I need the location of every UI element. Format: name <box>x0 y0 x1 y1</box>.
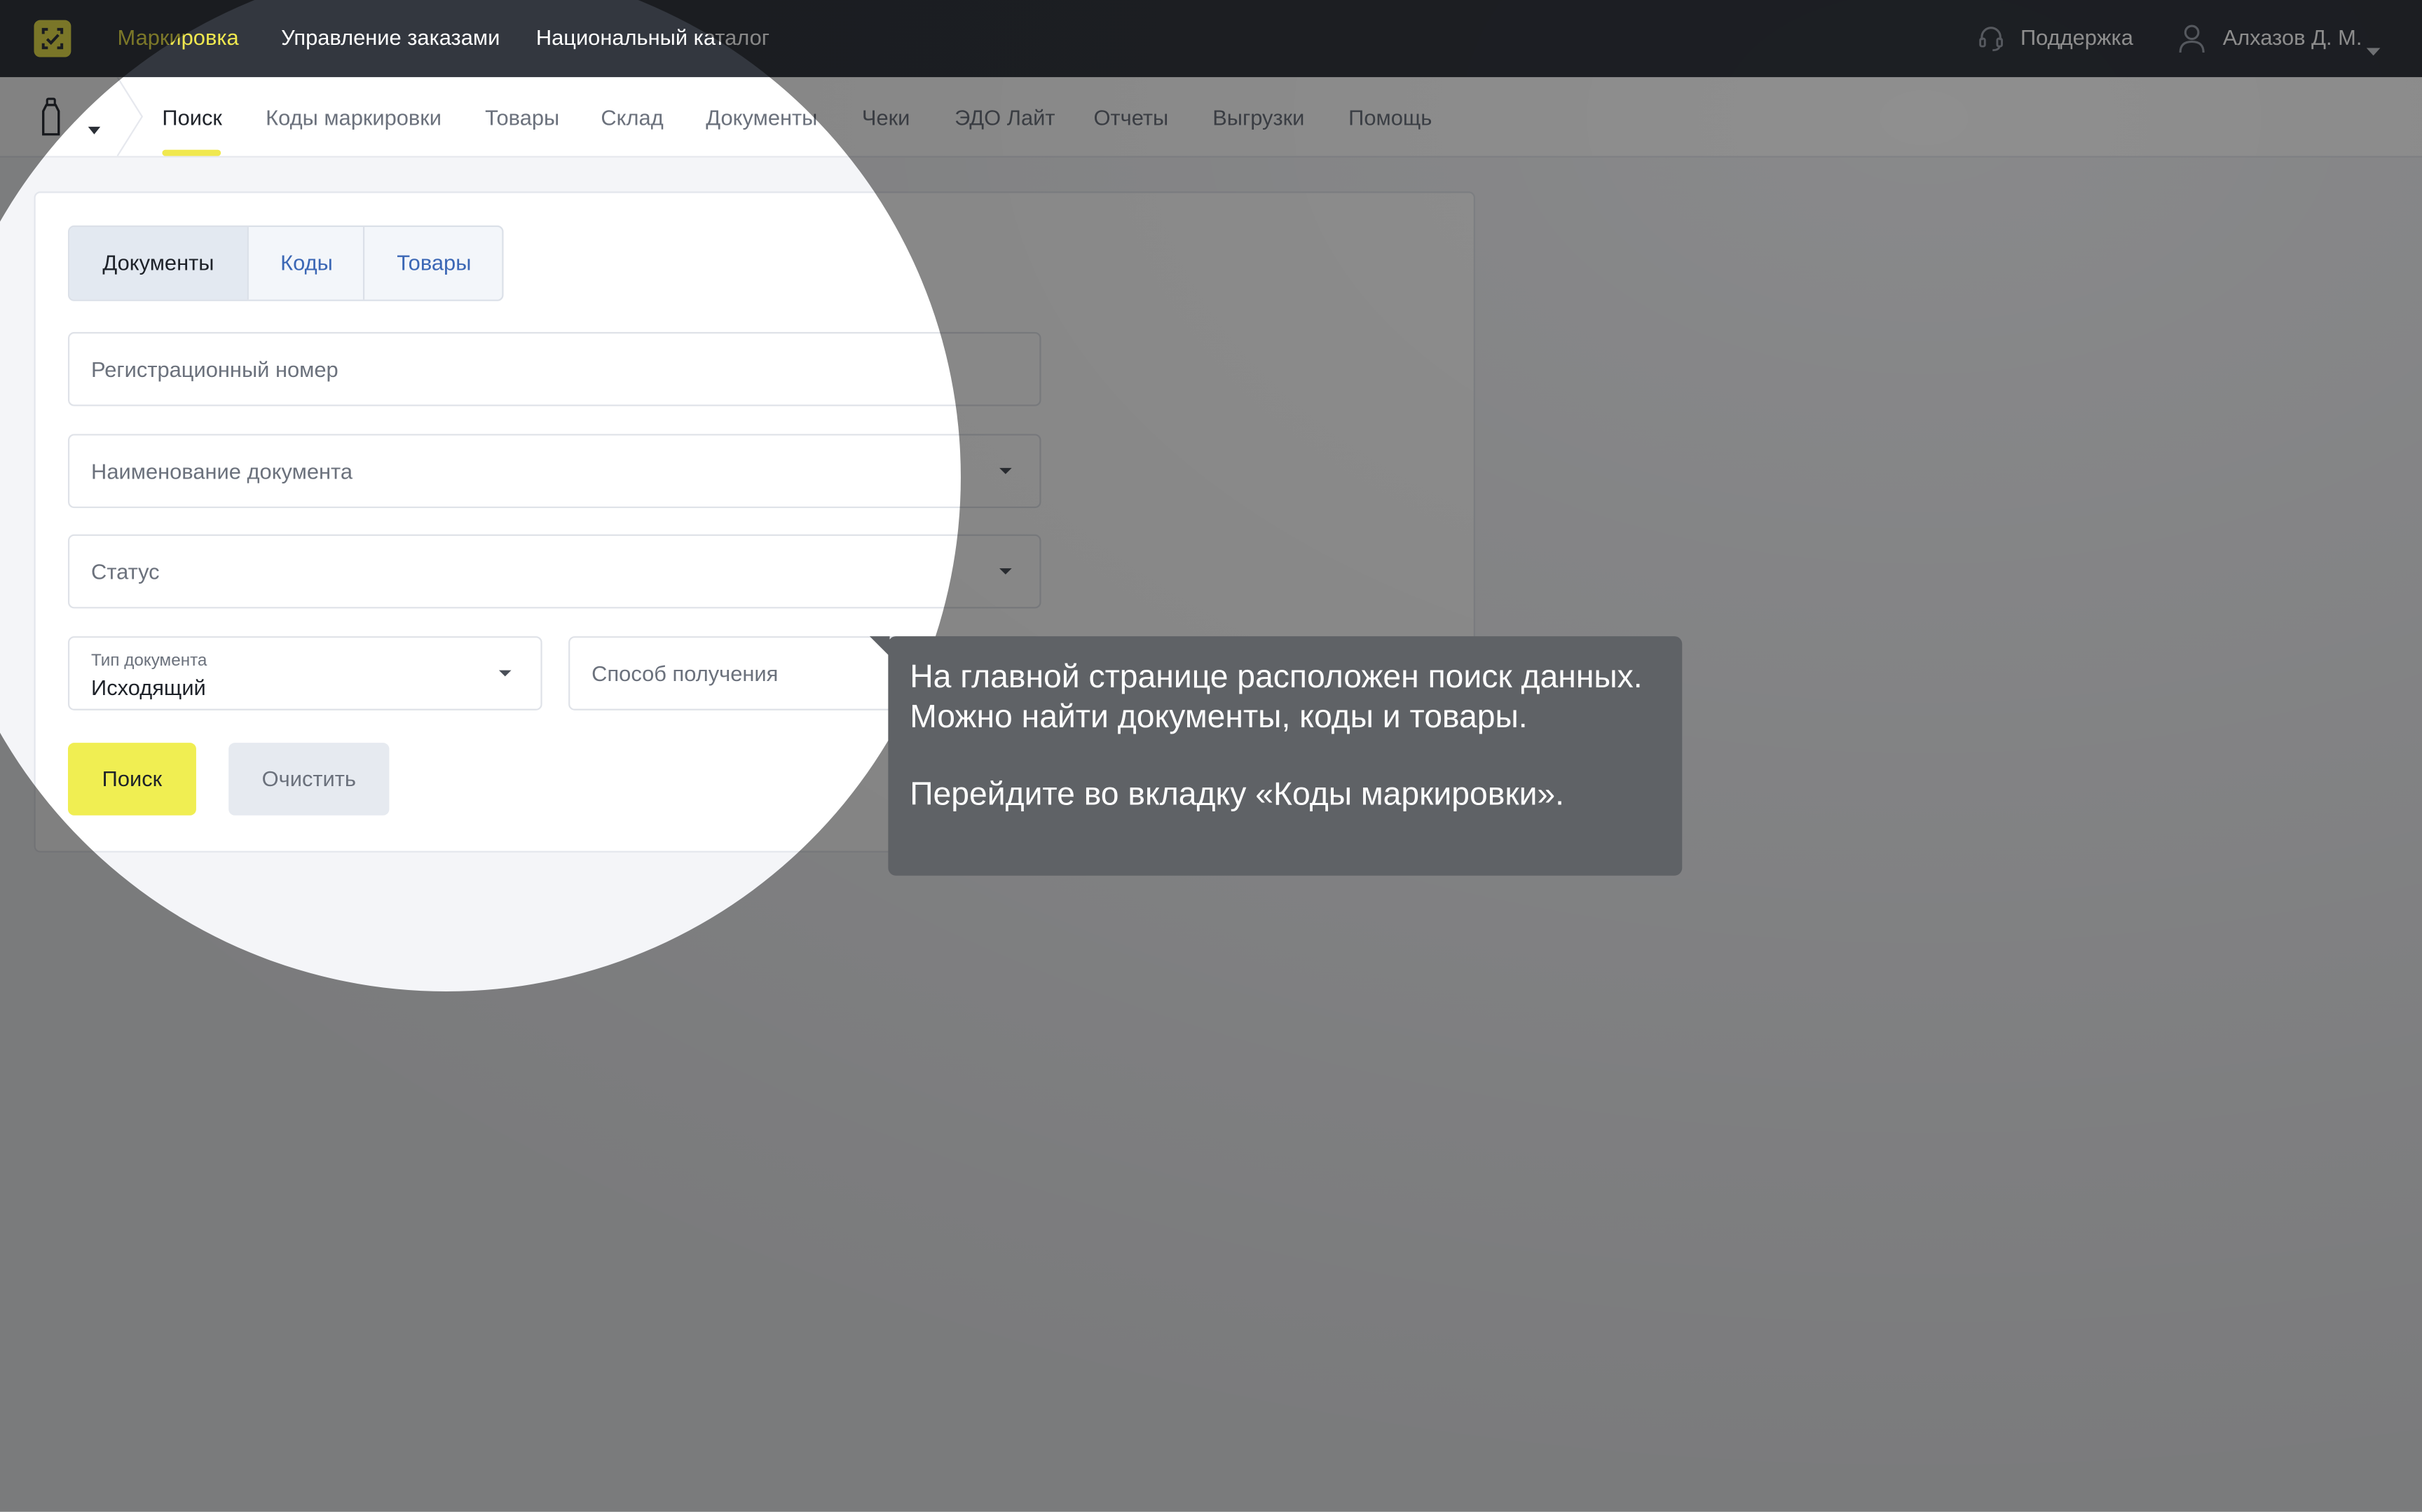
chevron-down-icon[interactable] <box>88 114 101 142</box>
receive-method-placeholder: Способ получения <box>591 661 779 686</box>
onboarding-tooltip: На главной странице расположен поиск дан… <box>888 636 1683 876</box>
tab-edo-lite[interactable]: ЭДО Лайт <box>955 105 1055 130</box>
segment-goods[interactable]: Товары <box>362 227 502 300</box>
active-tab-indicator <box>162 149 221 156</box>
nav-marking[interactable]: Маркировка <box>118 25 239 49</box>
nav-national-catalog[interactable]: Национальный каталог <box>536 25 769 49</box>
top-bar: Маркировка Управление заказами Националь… <box>0 0 2422 78</box>
tab-help[interactable]: Помощь <box>1348 105 1432 130</box>
status-placeholder: Статус <box>91 558 160 584</box>
tab-receipts[interactable]: Чеки <box>862 105 910 130</box>
document-type-label: Тип документа <box>91 652 207 671</box>
caret-down-icon <box>498 670 512 677</box>
caret-down-icon <box>999 568 1012 575</box>
tab-goods[interactable]: Товары <box>485 105 559 130</box>
registration-number-input[interactable]: Регистрационный номер <box>67 331 1041 406</box>
support-link[interactable]: Поддержка <box>2020 25 2133 49</box>
tab-reports[interactable]: Отчеты <box>1094 105 1169 130</box>
document-name-placeholder: Наименование документа <box>91 458 353 483</box>
chevron-down-icon[interactable] <box>2366 36 2381 64</box>
segment-codes[interactable]: Коды <box>247 227 365 300</box>
tooltip-text-action: Перейдите во вкладку «Коды маркировки». <box>910 776 1565 813</box>
status-select[interactable]: Статус <box>67 534 1041 609</box>
document-type-value: Исходящий <box>91 675 206 700</box>
tooltip-text-main: На главной странице расположен поиск дан… <box>910 659 1643 735</box>
headset-icon[interactable] <box>1977 25 2005 60</box>
caret-down-icon <box>999 467 1012 474</box>
user-name[interactable]: Алхазов Д. М. <box>2223 25 2362 49</box>
tab-exports[interactable]: Выгрузки <box>1212 105 1304 130</box>
bottle-icon[interactable] <box>40 97 62 145</box>
separator-chevron <box>116 77 144 156</box>
document-type-select[interactable]: Тип документа Исходящий <box>67 636 542 710</box>
app-window: Маркировка Управление заказами Националь… <box>0 0 2422 1512</box>
logo-icon[interactable] <box>34 20 71 57</box>
user-icon[interactable] <box>2178 23 2206 62</box>
search-type-switch: Документы Коды Товары <box>67 225 504 301</box>
segment-documents[interactable]: Документы <box>69 227 247 300</box>
document-name-select[interactable]: Наименование документа <box>67 434 1041 509</box>
nav-order-management[interactable]: Управление заказами <box>281 25 500 49</box>
tooltip-pointer <box>869 636 890 657</box>
sub-navigation: Поиск Коды маркировки Товары Склад Докум… <box>0 77 2422 158</box>
search-button[interactable]: Поиск <box>67 743 196 816</box>
tab-warehouse[interactable]: Склад <box>601 105 663 130</box>
registration-number-placeholder: Регистрационный номер <box>91 357 338 382</box>
tab-documents[interactable]: Документы <box>706 105 817 130</box>
tab-search[interactable]: Поиск <box>162 105 222 130</box>
clear-button[interactable]: Очистить <box>228 743 390 816</box>
tab-marking-codes[interactable]: Коды маркировки <box>266 105 442 130</box>
